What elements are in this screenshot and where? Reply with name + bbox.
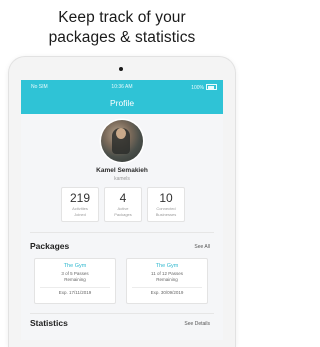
stat-value: 10 [159,191,173,205]
stat-card-businesses: 10 Connected Businesses [147,187,185,222]
package-remaining: 3 of 5 Passes Remaining [35,271,115,283]
stat-label-line-2: Packages [114,212,132,217]
camera-dot [119,67,123,71]
statistics-title: Statistics [30,318,68,328]
stat-label-line-2: Joined [74,212,86,217]
stat-value: 4 [119,191,127,205]
package-name: The Gym [155,263,179,269]
battery-percent: 100% [191,85,204,91]
see-all-link[interactable]: See All [194,244,210,250]
package-card-divider [132,287,202,288]
stat-label-line-1: Activities [72,206,88,211]
package-remaining-label: Remaining [64,277,86,282]
avatar[interactable] [101,120,143,162]
package-remaining: 11 of 12 Passes Remaining [127,271,207,283]
stat-label-line-1: Connected [156,206,176,211]
packages-title: Packages [30,241,70,251]
see-details-link[interactable]: See Details [184,321,210,327]
battery-indicator: 100% [191,84,217,91]
package-expiry: Exp. 30/09/2019 [150,290,184,295]
package-expiry: Exp. 17/11/2019 [58,290,92,295]
app-screen: No SIM 10:36 AM 100% Profile Kamel Semak… [21,80,223,340]
package-remaining-label: Remaining [156,277,178,282]
profile-name: Kamel Semakieh [96,167,148,174]
status-bar: No SIM 10:36 AM 100% [21,80,223,93]
headline-line-1: Keep track of your [58,9,186,26]
avatar-face [116,128,126,139]
package-card-divider [40,287,110,288]
stat-card-activities: 219 Activities Joined [61,187,99,222]
package-card[interactable]: The Gym 3 of 5 Passes Remaining Exp. 17/… [34,258,116,304]
page-title: Profile [109,98,135,108]
battery-icon [206,84,217,90]
package-card[interactable]: The Gym 11 of 12 Passes Remaining Exp. 3… [126,258,208,304]
section-divider [30,313,214,314]
headline-line-2: packages & statistics [48,29,196,46]
marketing-headline: Keep track of your packages & statistics [0,8,244,48]
stat-value: 219 [69,191,91,205]
package-name: The Gym [63,263,87,269]
section-divider [30,232,214,233]
stat-card-packages: 4 Active Packages [104,187,142,222]
profile-username: kamels [114,176,130,182]
nav-bar: Profile [21,93,223,114]
stat-label-line-1: Active [117,206,129,211]
stat-label-line-2: Businesses [155,212,177,217]
